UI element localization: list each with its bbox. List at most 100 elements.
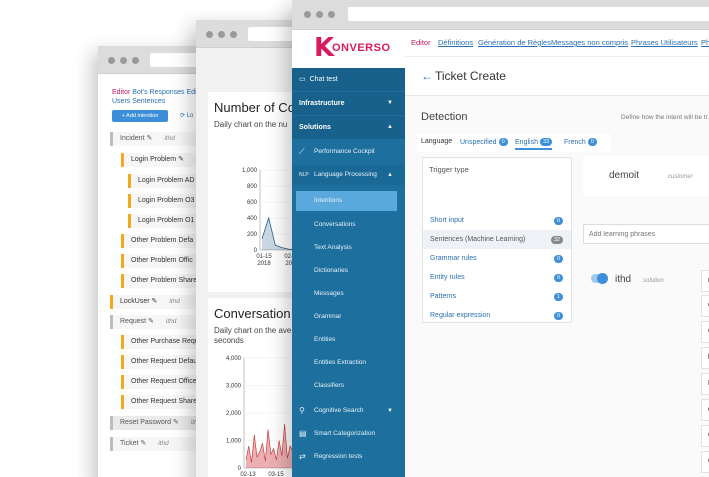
nav-editor[interactable]: Editor — [112, 89, 130, 96]
tree-sub: ithd — [158, 440, 169, 447]
sidebar-item-infrastructure[interactable]: Infrastructure ▼ — [292, 92, 405, 115]
sentence-row[interactable]: Create a ticket for me — [701, 451, 709, 473]
intent-customer[interactable]: demoit customer — [583, 156, 709, 196]
back-arrow-icon[interactable]: ← — [421, 69, 433, 83]
tab-more[interactable]: Phr — [701, 38, 709, 47]
detection-hint: Define how the intent will be tr — [621, 114, 708, 121]
sidebar-label: Infrastructure — [299, 100, 345, 107]
tab-english[interactable]: English 33 — [515, 138, 553, 150]
sidebar-item-cognitive-search[interactable]: ⚲ Cognitive Search ▼ — [292, 401, 405, 421]
sidebar-item-solutions[interactable]: Solutions ▲ — [292, 116, 405, 139]
caret-down-icon: ▼ — [387, 100, 393, 106]
tree-sub: ithd — [165, 318, 177, 325]
nav-users-sentences[interactable]: Users Sentences — [112, 98, 165, 105]
sentence-row[interactable]: Can I open a ticket for this problem? — [701, 425, 709, 447]
sentence-row[interactable]: new — [701, 270, 709, 292]
count-badge: 0 — [553, 274, 563, 282]
count-badge: 33 — [539, 138, 553, 146]
sidebar-item-language-processing[interactable]: NLP Language Processing ▲ — [292, 165, 405, 185]
tab-label: French — [564, 139, 586, 146]
tree-label: Other Problem Defa — [131, 237, 194, 244]
sidebar-item-classifiers[interactable]: Classifiers — [292, 376, 405, 396]
sidebar-label: Messages — [314, 290, 344, 297]
count-badge: 32 — [550, 236, 563, 244]
sidebar-item-conversations[interactable]: Conversations — [292, 215, 405, 235]
browser-chrome — [292, 0, 709, 30]
solution-row: ithd solution — [583, 264, 709, 294]
url-bar[interactable] — [348, 7, 709, 21]
logo[interactable]: K ONVERSO — [292, 30, 405, 68]
tab-user-phrases[interactable]: Phrases Utilisateurs — [631, 38, 698, 47]
sidebar-label: Regression tests — [314, 453, 363, 460]
tab-rule-generation[interactable]: Génération de Règles — [478, 38, 551, 47]
trigger-grammar-rules[interactable]: Grammar rules 0 — [423, 249, 571, 268]
sidebar-item-regression-tests[interactable]: ⇄ Regression tests — [292, 447, 405, 467]
sidebar-item-entities[interactable]: Entities — [292, 330, 405, 350]
sidebar: K ONVERSO ▭ Chat test Infrastructure ▼ Sol… — [292, 30, 405, 477]
tab-unspecified[interactable]: Unspecified 0 — [460, 138, 508, 146]
y-tick-label: 2,000 — [226, 411, 242, 417]
window-dot-icon[interactable] — [328, 11, 335, 18]
add-phrase-input[interactable] — [583, 224, 709, 244]
caret-down-icon: ▼ — [387, 408, 393, 414]
sidebar-item-chat-test[interactable]: ▭ Chat test — [292, 68, 405, 91]
window-dot-icon[interactable] — [316, 11, 323, 18]
window-dot-icon[interactable] — [304, 11, 311, 18]
trigger-label: Entity rules — [430, 274, 465, 281]
window-dot-icon[interactable] — [108, 57, 115, 64]
sidebar-label: Entities — [314, 336, 336, 343]
window-dot-icon[interactable] — [230, 31, 237, 38]
sidebar-item-grammar[interactable]: Grammar — [292, 307, 405, 327]
chat-icon: ▭ — [299, 76, 306, 83]
y-tick-label: 200 — [247, 232, 258, 238]
intent-name: demoit — [609, 170, 640, 181]
window-dot-icon[interactable] — [132, 57, 139, 64]
categorization-icon: ▤ — [299, 429, 307, 438]
window-dot-icon[interactable] — [206, 31, 213, 38]
sidebar-label: Dictionaries — [314, 267, 348, 274]
sidebar-label: Cognitive Search — [314, 407, 364, 414]
sidebar-label: Entities Extraction — [314, 359, 367, 366]
sidebar-item-messages[interactable]: Messages — [292, 284, 405, 304]
trigger-label: Regular expression — [430, 312, 491, 319]
tree-label: Login Problem AD — [138, 177, 195, 184]
trigger-short-input[interactable]: Short input 0 — [423, 211, 571, 230]
tab-editor[interactable]: Editor — [411, 38, 431, 47]
window-dot-icon[interactable] — [218, 31, 225, 38]
solution-toggle[interactable] — [591, 273, 608, 284]
window-dot-icon[interactable] — [120, 57, 127, 64]
reload-label: Lo — [186, 113, 194, 119]
trigger-sentences-ml[interactable]: Sentences (Machine Learning) 32 — [423, 230, 571, 249]
sentence-row[interactable]: log an — [701, 347, 709, 369]
sentence-row[interactable]: create ticket — [701, 399, 709, 421]
tree-label: Reset Password ✎ — [120, 419, 179, 426]
tab-label: English — [515, 139, 538, 146]
nlp-icon: NLP — [299, 172, 309, 178]
sidebar-item-entities-extraction[interactable]: Entities Extraction — [292, 353, 405, 373]
top-nav: Editor Définitions Génération de Règles … — [405, 30, 709, 56]
y-tick-label: 600 — [247, 200, 258, 206]
trigger-entity-rules[interactable]: Entity rules 0 — [423, 268, 571, 287]
y-tick-label: 3,000 — [226, 384, 242, 390]
y-tick-label: 400 — [247, 216, 258, 222]
trigger-regular-expression[interactable]: Regular expression 0 — [423, 306, 571, 325]
trigger-patterns[interactable]: Patterns 1 — [423, 287, 571, 306]
sidebar-label: Conversations — [314, 221, 356, 228]
sidebar-item-text-analysis[interactable]: Text Analysis — [292, 238, 405, 258]
nav-bot-responses[interactable]: Bot's Responses — [132, 89, 184, 96]
sidebar-item-dictionaries[interactable]: Dictionaries — [292, 261, 405, 281]
sentence-row[interactable]: Create a ticket — [701, 321, 709, 343]
reload-button[interactable]: ⟳ Lo — [180, 112, 193, 119]
tab-definitions[interactable]: Définitions — [438, 38, 473, 47]
tab-french[interactable]: French 0 — [564, 138, 597, 146]
y-tick-label: 4,000 — [226, 356, 242, 362]
sidebar-item-intentions[interactable]: Intentions — [296, 191, 397, 211]
y-tick-label: 800 — [247, 184, 258, 190]
sidebar-item-smart-categorization[interactable]: ▤ Smart Categorization — [292, 424, 405, 444]
add-intention-button[interactable]: + Add intention — [112, 110, 168, 122]
sentence-row[interactable]: Make a novel ticket, pleas' — [701, 373, 709, 395]
count-badge: 0 — [553, 217, 563, 225]
sentence-row[interactable]: Create a new ticket for me — [701, 295, 709, 317]
sidebar-item-performance-cockpit[interactable]: ⟋ Performance Cockpit — [292, 142, 405, 162]
tab-unknown-messages[interactable]: Messages non compris — [551, 38, 628, 47]
